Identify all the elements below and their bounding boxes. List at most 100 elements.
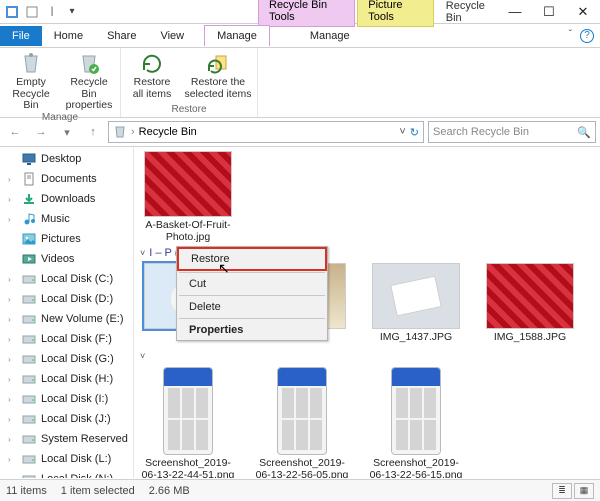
recycle-bin-tools-tab[interactable]: Recycle Bin Tools (258, 0, 355, 27)
sidebar-item-label: Local Disk (J:) (41, 413, 111, 425)
sidebar-item-local-disk-n-[interactable]: ›Local Disk (N:) (0, 469, 133, 478)
file-item[interactable]: Screenshot_2019-06​-13-22-56-15.png (368, 365, 464, 478)
chevron-right-icon[interactable]: › (8, 375, 17, 384)
chevron-right-icon[interactable]: › (8, 415, 17, 424)
chevron-right-icon[interactable]: › (8, 355, 17, 364)
ribbon-group-manage: Empty Recycle Bin Recycle Bin properties… (0, 48, 121, 117)
context-menu-restore[interactable]: Restore (177, 247, 327, 271)
drive-icon (21, 471, 37, 478)
group-collapse-icon[interactable]: ˅ (140, 351, 145, 361)
ribbon-group-restore-label: Restore (125, 104, 253, 115)
chevron-right-icon[interactable]: › (8, 455, 17, 464)
contextual-tool-tabs: Recycle Bin Tools Picture Tools (258, 0, 434, 27)
sidebar-item-local-disk-d-[interactable]: › Local Disk (D:) (0, 289, 133, 309)
search-icon[interactable]: 🔍 (577, 126, 591, 139)
recycle-bin-properties-button[interactable]: Recycle Bin properties (62, 50, 116, 112)
drive-icon (21, 411, 37, 427)
restore-selected-button[interactable]: Restore the selected items (183, 50, 253, 100)
sidebar-item-label: New Volume (E:) (41, 313, 124, 325)
nav-up-button[interactable]: ↑ (82, 121, 104, 143)
thumbnails-view-button[interactable]: ▦ (574, 483, 594, 499)
chevron-right-icon[interactable]: › (8, 395, 17, 404)
file-tab[interactable]: File (0, 26, 42, 46)
empty-bin-label: Empty Recycle Bin (4, 77, 58, 112)
share-tab[interactable]: Share (95, 26, 148, 46)
nav-forward-button[interactable]: → (30, 121, 52, 143)
sidebar-item-label: Local Disk (D:) (41, 293, 113, 305)
drive-icon (21, 391, 37, 407)
file-thumbnail (144, 151, 232, 217)
chevron-right-icon[interactable]: › (8, 335, 17, 344)
context-menu-delete[interactable]: Delete (177, 297, 327, 317)
quick-access-toolbar: | ▾ (0, 4, 80, 20)
sidebar-item-local-disk-l-[interactable]: ›Local Disk (L:) (0, 449, 133, 469)
help-icon[interactable]: ? (580, 29, 594, 43)
sidebar-item-local-disk-h-[interactable]: ›Local Disk (H:) (0, 369, 133, 389)
file-item[interactable]: A-Basket-Of-Fruit-Photo.jpg (140, 151, 236, 243)
file-item[interactable]: IMG_1588.JPG (482, 263, 578, 343)
chevron-right-icon[interactable]: › (8, 435, 17, 444)
ribbon-help-area: ˇ ? (569, 29, 600, 43)
sidebar-item-local-disk-g-[interactable]: ›Local Disk (G:) (0, 349, 133, 369)
nav-pane[interactable]: Desktop›Documents›Downloads›MusicPicture… (0, 147, 134, 478)
sidebar-item-local-disk-c-[interactable]: › Local Disk (C:) (0, 269, 133, 289)
context-menu-cut[interactable]: Cut (177, 274, 327, 294)
details-view-button[interactable]: ≣ (552, 483, 572, 499)
download-icon (21, 191, 37, 207)
chevron-right-icon[interactable]: › (8, 475, 17, 479)
manage-tab-recycle[interactable]: Manage (204, 25, 270, 46)
address-bar[interactable]: › Recycle Bin ˅ ↻ (108, 121, 424, 143)
breadcrumb-location[interactable]: Recycle Bin (139, 126, 197, 138)
bin-properties-label: Recycle Bin properties (62, 77, 116, 112)
sidebar-item-label: Desktop (41, 153, 81, 165)
chevron-right-icon[interactable]: › (8, 215, 17, 224)
qat-dropdown-icon[interactable]: ▾ (64, 4, 80, 20)
file-item[interactable]: Screenshot_2019-06​-13-22-56-05.png (254, 365, 350, 478)
nav-back-button[interactable]: ← (4, 121, 26, 143)
group-header-2[interactable]: ˅ (140, 343, 594, 365)
collapse-ribbon-icon[interactable]: ˇ (569, 29, 572, 43)
address-dropdown-icon[interactable]: ˅ (399, 126, 405, 138)
nav-recent-button[interactable]: ▾ (56, 121, 78, 143)
file-item[interactable]: IMG_1437.JPG (368, 263, 464, 343)
search-box[interactable]: Search Recycle Bin 🔍 (428, 121, 596, 143)
qat-properties-icon[interactable] (24, 4, 40, 20)
sidebar-item-desktop[interactable]: Desktop (0, 149, 133, 169)
drive-icon (21, 271, 37, 287)
sidebar-item-local-disk-j-[interactable]: › Local Disk (J:) (0, 409, 133, 429)
context-menu-sep (179, 318, 325, 319)
chevron-right-icon[interactable]: › (8, 175, 17, 184)
chevron-right-icon[interactable]: › (8, 295, 17, 304)
sidebar-item-system-reserved[interactable]: ›System Reserved (0, 429, 133, 449)
sidebar-item-local-disk-f-[interactable]: ›Local Disk (F:) (0, 329, 133, 349)
sidebar-item-documents[interactable]: ›Documents (0, 169, 133, 189)
app-icon (4, 4, 20, 20)
sidebar-item-pictures[interactable]: Pictures (0, 229, 133, 249)
maximize-button[interactable]: ☐ (532, 0, 566, 24)
restore-all-button[interactable]: Restore all items (125, 50, 179, 100)
close-button[interactable]: ✕ (566, 0, 600, 24)
context-menu-properties[interactable]: Properties (177, 320, 327, 340)
sidebar-item-videos[interactable]: Videos (0, 249, 133, 269)
sidebar-item-label: Music (41, 213, 70, 225)
sidebar-item-downloads[interactable]: ›Downloads (0, 189, 133, 209)
refresh-icon[interactable]: ↻ (410, 126, 419, 139)
home-tab[interactable]: Home (42, 26, 95, 46)
sidebar-item-label: Local Disk (C:) (41, 273, 113, 285)
file-item[interactable]: Screenshot_2019-06​-13-22-44-51.png (140, 365, 236, 478)
sidebar-item-music[interactable]: › Music (0, 209, 133, 229)
minimize-button[interactable]: — (498, 0, 532, 24)
picture-tools-tab[interactable]: Picture Tools (357, 0, 434, 27)
empty-recycle-bin-button[interactable]: Empty Recycle Bin (4, 50, 58, 112)
group-collapse-icon[interactable]: ˅ (140, 248, 145, 258)
view-tab[interactable]: View (148, 26, 196, 46)
chevron-right-icon[interactable]: › (8, 195, 17, 204)
manage-tab-picture[interactable]: Manage (298, 26, 362, 46)
sidebar-item-local-disk-i-[interactable]: ›Local Disk (I:) (0, 389, 133, 409)
sidebar-item-new-volume-e-[interactable]: › New Volume (E:) (0, 309, 133, 329)
chevron-right-icon[interactable]: › (8, 275, 17, 284)
desktop-icon (21, 151, 37, 167)
window-controls: — ☐ ✕ (498, 0, 600, 24)
chevron-right-icon[interactable]: › (8, 315, 17, 324)
file-thumbnail (163, 367, 213, 455)
